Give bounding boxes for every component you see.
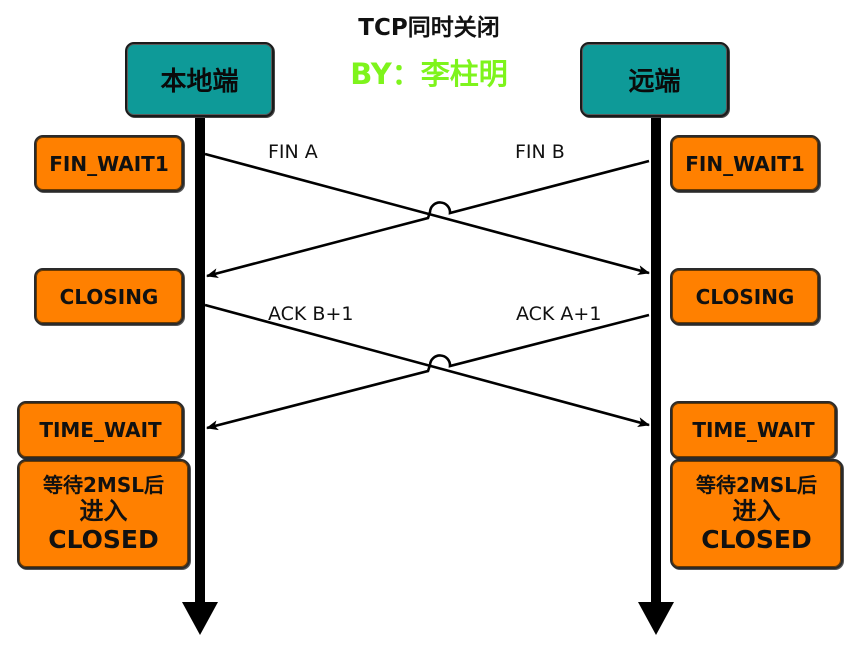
remote-endpoint: 远端 [580,42,729,117]
msg-ack-a-label: ACK A+1 [516,303,602,325]
msg-ack-b-label: ACK B+1 [268,303,354,325]
local-state-fin-wait1: FIN_WAIT1 [34,135,184,192]
local-closed-line3: CLOSED [48,525,159,555]
remote-state-fin-wait1: FIN_WAIT1 [670,135,820,192]
remote-state-closing: CLOSING [670,268,820,325]
local-lifeline [195,112,205,602]
remote-state-closed-after-2msl: 等待2MSL后 进入 CLOSED [670,459,843,569]
remote-closed-line2: 进入 [732,496,781,525]
local-state-time-wait: TIME_WAIT [17,401,184,459]
local-endpoint: 本地端 [125,42,274,117]
remote-closed-line1: 等待2MSL后 [696,472,817,497]
msg-fin-b-line [206,159,650,279]
local-state-closing: CLOSING [34,268,184,325]
msg-fin-b-label: FIN B [515,141,565,163]
local-state-closed-after-2msl: 等待2MSL后 进入 CLOSED [17,459,190,569]
local-closed-line1: 等待2MSL后 [43,472,164,497]
local-lifeline-arrowhead [182,602,218,635]
msg-fin-a-label: FIN A [268,141,318,163]
msg-ack-a-line [206,313,650,431]
local-closed-line2: 进入 [79,496,128,525]
remote-state-time-wait: TIME_WAIT [670,401,837,459]
remote-closed-line3: CLOSED [701,525,812,555]
msg-fin-a-line [204,152,650,275]
remote-lifeline-arrowhead [638,602,674,635]
remote-lifeline [651,112,661,602]
